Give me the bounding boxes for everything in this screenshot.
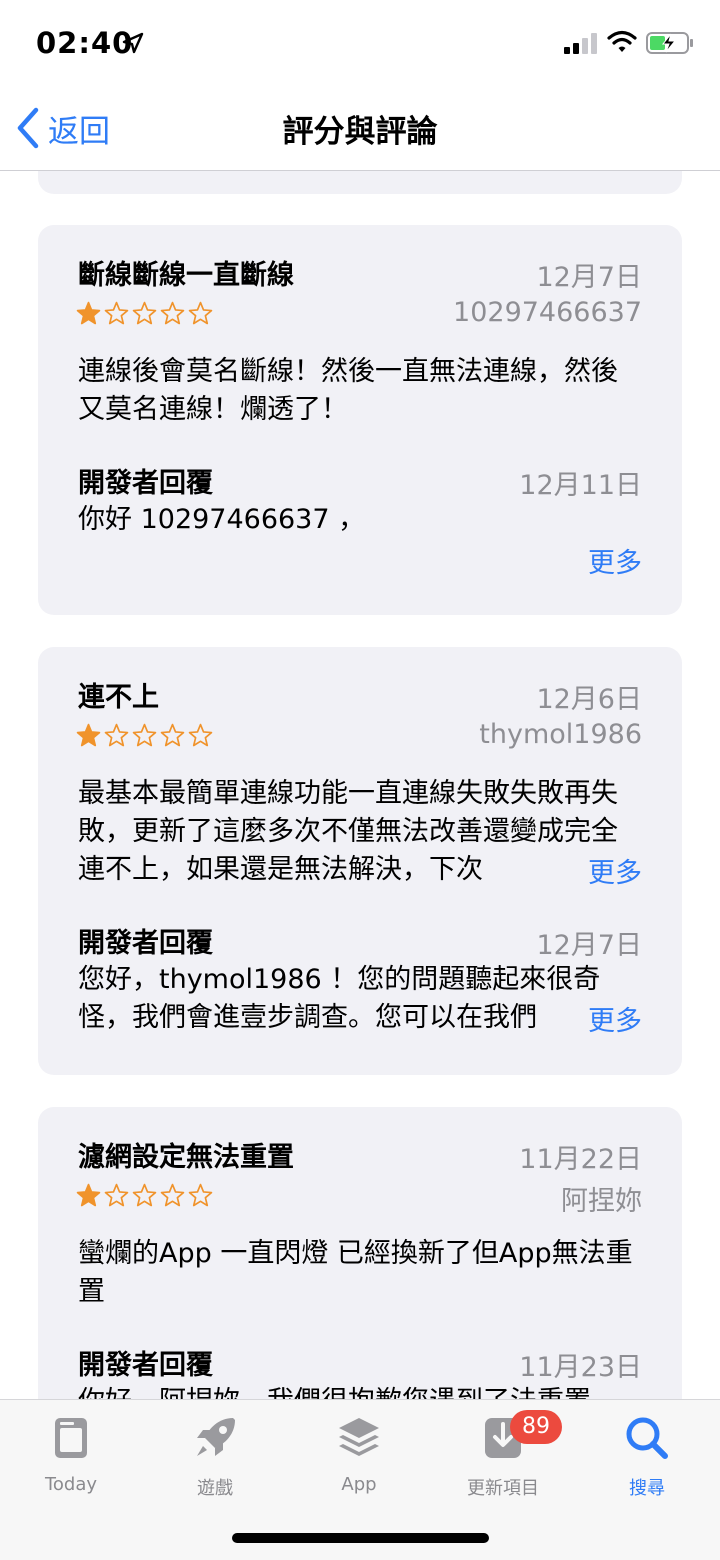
page-title: 評分與評論: [282, 114, 438, 150]
star-empty-icon: [104, 1183, 129, 1207]
review-card-previous: [38, 171, 682, 194]
developer-reply-date: 12月11日: [519, 470, 642, 501]
review-author: thymol1986: [479, 719, 642, 750]
tab-label: App: [341, 1474, 377, 1495]
star-empty-icon: [160, 1183, 185, 1207]
review-author: 10297466637: [453, 297, 642, 328]
more-link[interactable]: 更多: [574, 541, 642, 580]
star-filled-icon: [76, 723, 101, 747]
developer-reply-date: 12月7日: [536, 930, 642, 961]
tab-apps[interactable]: App: [294, 1412, 424, 1495]
developer-reply-date: 11月23日: [519, 1352, 642, 1383]
updates-count-badge: 89: [510, 1410, 562, 1444]
review-body: 蠻爛的App 一直閃燈 已經換新了但App無法重置: [78, 1238, 633, 1307]
review-author: 阿捏妳: [561, 1186, 642, 1217]
star-filled-icon: [76, 301, 101, 325]
review-card[interactable]: 連不上 12月6日 thymol1986 最基本最簡單連線功能一直連線失敗失敗再…: [38, 647, 682, 1075]
status-time: 02:40: [36, 26, 134, 60]
star-rating: [76, 723, 213, 751]
stack-icon: [339, 1418, 379, 1456]
review-date: 11月22日: [519, 1144, 642, 1175]
star-empty-icon: [160, 301, 185, 325]
star-empty-icon: [132, 723, 157, 747]
star-empty-icon: [188, 723, 213, 747]
tab-label: 遊戲: [197, 1478, 233, 1499]
star-empty-icon: [188, 301, 213, 325]
star-filled-icon: [76, 1183, 101, 1207]
developer-reply-text: 你好，阿捏妳，我們很抱歉您遇到了法重置: [78, 1383, 642, 1399]
tab-today[interactable]: Today: [6, 1412, 136, 1495]
tab-search[interactable]: 搜尋: [582, 1412, 712, 1500]
developer-reply-title: 開發者回覆: [78, 1350, 213, 1381]
more-link[interactable]: 更多: [534, 851, 642, 890]
review-card[interactable]: 濾網設定無法重置 11月22日 阿捏妳 蠻爛的App 一直閃燈 已經換新了但Ap…: [38, 1107, 682, 1399]
star-empty-icon: [160, 723, 185, 747]
location-arrow-icon: [122, 32, 144, 54]
developer-reply-title: 開發者回覆: [78, 928, 213, 959]
status-bar: 02:40: [0, 0, 720, 88]
tab-games[interactable]: 遊戲: [150, 1412, 280, 1500]
rocket-icon: [197, 1418, 235, 1456]
today-icon: [55, 1418, 87, 1458]
star-empty-icon: [132, 301, 157, 325]
more-link[interactable]: 更多: [534, 999, 642, 1038]
home-indicator[interactable]: [232, 1533, 489, 1543]
star-empty-icon: [104, 301, 129, 325]
tab-updates[interactable]: 89 更新項目: [438, 1410, 568, 1500]
wifi-icon: [607, 30, 637, 52]
cellular-signal-icon: [564, 33, 597, 54]
reviews-list[interactable]: 斷線斷線一直斷線 12月7日 10297466637 連線後會莫名斷線！然後一直…: [0, 171, 720, 1399]
tab-label: 更新項目: [467, 1478, 539, 1499]
tab-label: 搜尋: [629, 1478, 665, 1499]
star-empty-icon: [188, 1183, 213, 1207]
review-date: 12月6日: [536, 684, 642, 715]
review-card[interactable]: 斷線斷線一直斷線 12月7日 10297466637 連線後會莫名斷線！然後一直…: [38, 225, 682, 615]
navigation-bar: 返回 評分與評論: [0, 88, 720, 171]
developer-reply-title: 開發者回覆: [78, 468, 213, 499]
review-body: 連線後會莫名斷線！然後一直無法連線，然後又莫名連線！爛透了！: [78, 356, 618, 425]
star-empty-icon: [132, 1183, 157, 1207]
review-date: 12月7日: [536, 262, 642, 293]
developer-reply-text: 你好 10297466637 ，: [78, 504, 366, 535]
battery-charging-icon: [646, 32, 693, 54]
star-rating: [76, 301, 213, 329]
search-icon: [626, 1417, 668, 1459]
tab-label: Today: [44, 1474, 98, 1495]
star-rating: [76, 1183, 213, 1211]
star-empty-icon: [104, 723, 129, 747]
